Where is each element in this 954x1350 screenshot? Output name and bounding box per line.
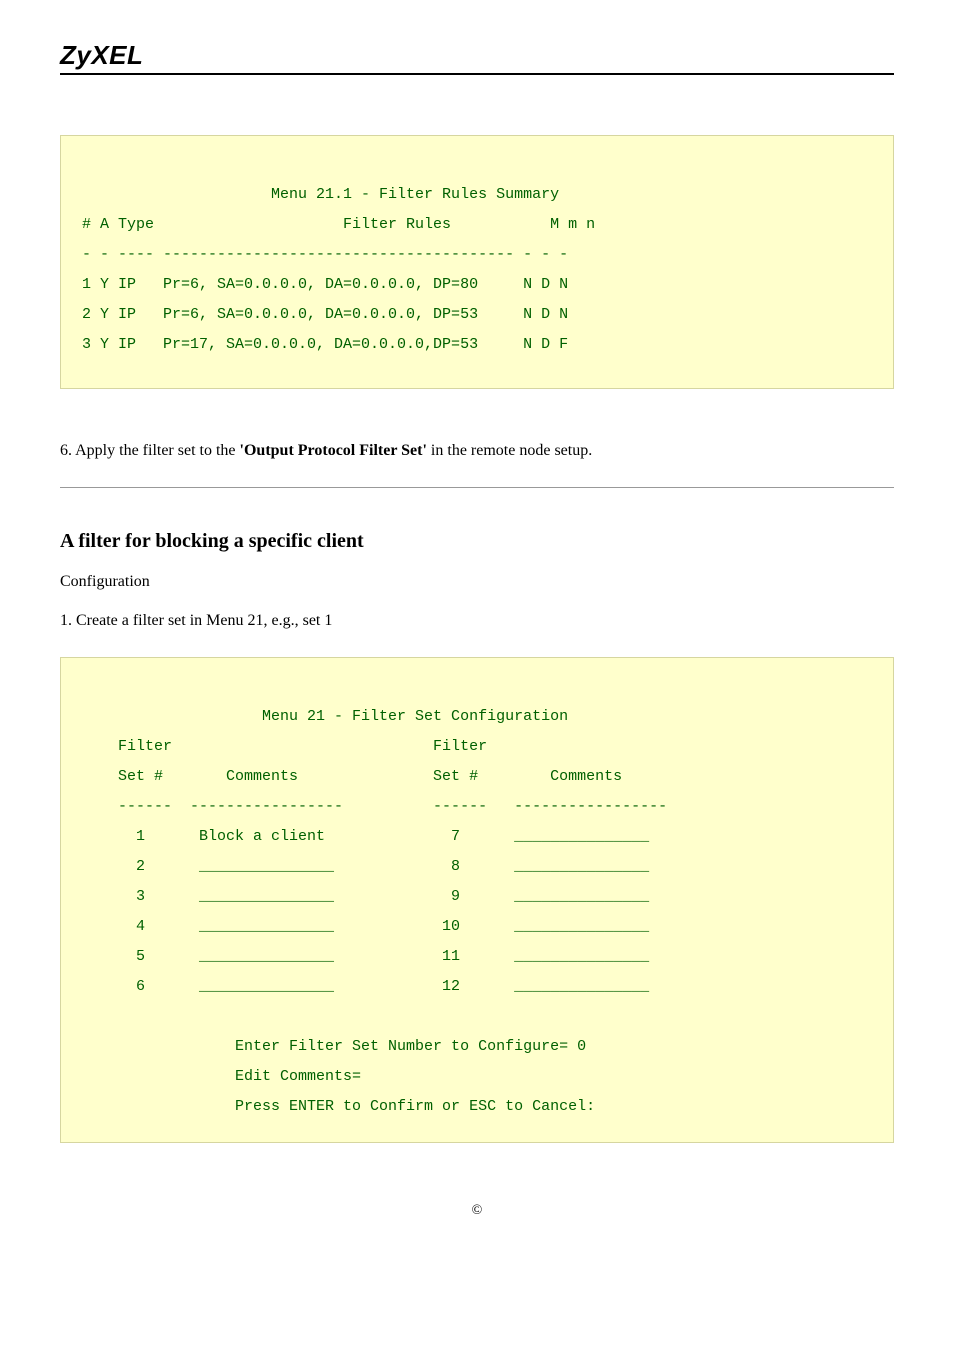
section-divider — [60, 487, 894, 488]
term2-row3: 3 _______________ 9 _______________ — [73, 888, 649, 905]
step-6-bold: 'Output Protocol Filter Set' — [240, 442, 427, 459]
term2-hdr1: Filter Filter — [73, 738, 487, 755]
term2-sep: ------ ----------------- ------ --------… — [73, 798, 667, 815]
term1-sep: - - ---- -------------------------------… — [73, 246, 568, 263]
term2-p1: Enter Filter Set Number to Configure= 0 — [73, 1038, 586, 1055]
term2-row6: 6 _______________ 12 _______________ — [73, 978, 649, 995]
step-6: 6. Apply the filter set to the 'Output P… — [60, 439, 894, 463]
term2-p3: Press ENTER to Confirm or ESC to Cancel: — [73, 1098, 595, 1115]
term1-row3: 3 Y IP Pr=17, SA=0.0.0.0, DA=0.0.0.0,DP=… — [73, 336, 568, 353]
term2-row2: 2 _______________ 8 _______________ — [73, 858, 649, 875]
term1-title: Menu 21.1 - Filter Rules Summary — [73, 186, 559, 203]
term1-row1: 1 Y IP Pr=6, SA=0.0.0.0, DA=0.0.0.0, DP=… — [73, 276, 568, 293]
term2-row5: 5 _______________ 11 _______________ — [73, 948, 649, 965]
step-6-post: in the remote node setup. — [427, 442, 592, 459]
brand-logo: ZyXEL — [60, 40, 894, 73]
configuration-label: Configuration — [60, 573, 894, 591]
terminal-filter-rules-summary: Menu 21.1 - Filter Rules Summary # A Typ… — [60, 135, 894, 389]
copyright: © — [60, 1203, 894, 1219]
step-1: 1. Create a filter set in Menu 21, e.g.,… — [60, 609, 894, 633]
term1-header: # A Type Filter Rules M m n — [73, 216, 595, 233]
step-6-pre: 6. Apply the filter set to the — [60, 442, 240, 459]
term2-row1: 1 Block a client 7 _______________ — [73, 828, 649, 845]
section-heading: A filter for blocking a specific client — [60, 530, 894, 553]
header-rule — [60, 73, 894, 75]
term2-row4: 4 _______________ 10 _______________ — [73, 918, 649, 935]
terminal-filter-set-config: Menu 21 - Filter Set Configuration Filte… — [60, 657, 894, 1143]
term2-title: Menu 21 - Filter Set Configuration — [73, 708, 568, 725]
term2-p2: Edit Comments= — [73, 1068, 361, 1085]
term1-row2: 2 Y IP Pr=6, SA=0.0.0.0, DA=0.0.0.0, DP=… — [73, 306, 568, 323]
term2-hdr2: Set # Comments Set # Comments — [73, 768, 622, 785]
